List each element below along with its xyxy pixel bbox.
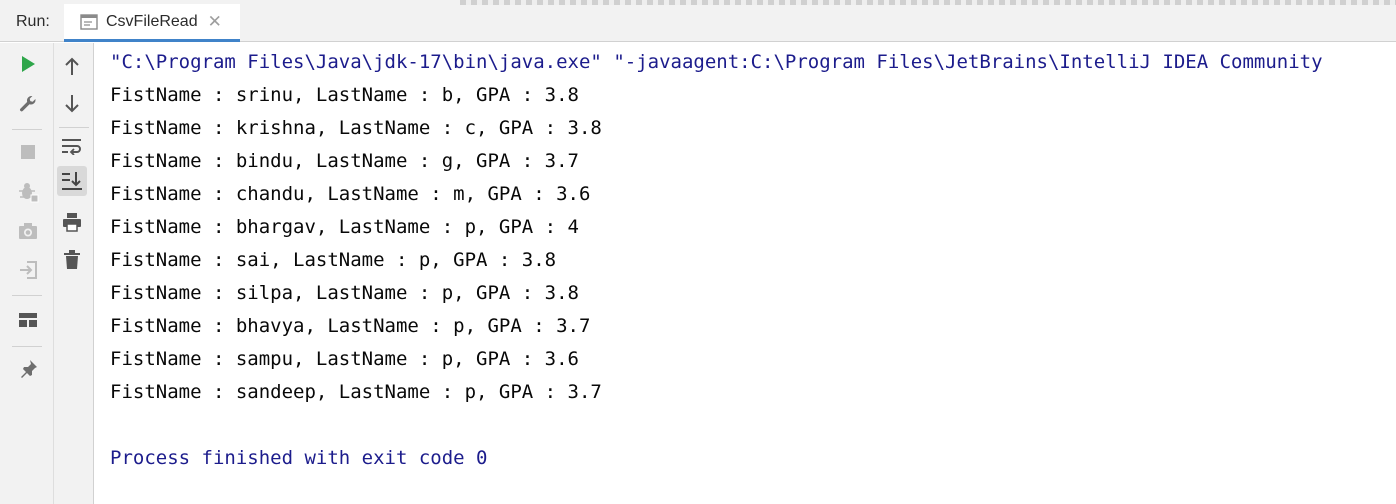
camera-icon[interactable] xyxy=(13,216,43,246)
command-line: "C:\Program Files\Java\jdk-17\bin\java.e… xyxy=(110,51,1323,73)
toolbar-separator xyxy=(12,295,42,296)
pin-icon[interactable] xyxy=(13,354,43,384)
run-toolbar-primary xyxy=(0,43,54,504)
tab-title: CsvFileRead xyxy=(106,12,198,30)
tab-csvfileread[interactable]: CsvFileRead ✕ xyxy=(64,4,240,42)
console-output[interactable]: "C:\Program Files\Java\jdk-17\bin\java.e… xyxy=(95,43,1396,504)
console-line: FistName : krishna, LastName : c, GPA : … xyxy=(110,117,602,139)
tab-close-icon[interactable]: ✕ xyxy=(208,12,222,32)
debug-icon[interactable] xyxy=(13,177,43,207)
soft-wrap-icon[interactable] xyxy=(57,131,87,161)
console-line: FistName : bhavya, LastName : p, GPA : 3… xyxy=(110,315,591,337)
run-label: Run: xyxy=(16,13,50,30)
console-line: FistName : srinu, LastName : b, GPA : 3.… xyxy=(110,84,579,106)
console-line: FistName : sampu, LastName : p, GPA : 3.… xyxy=(110,348,579,370)
run-tool-window-header: Run: CsvFileRead ✕ xyxy=(0,0,1396,42)
console-tab-icon xyxy=(80,13,98,30)
print-icon[interactable] xyxy=(57,207,87,237)
stop-icon[interactable] xyxy=(13,137,43,167)
console-line: FistName : bhargav, LastName : p, GPA : … xyxy=(110,216,579,238)
wrench-icon[interactable] xyxy=(13,89,43,119)
console-line: FistName : chandu, LastName : m, GPA : 3… xyxy=(110,183,591,205)
editor-edge-strip xyxy=(460,0,1396,5)
run-toolbar-secondary xyxy=(54,43,94,504)
toolbar-separator xyxy=(12,346,42,347)
run-icon[interactable] xyxy=(13,49,43,79)
toolbar-separator xyxy=(12,129,42,130)
console-line: FistName : silpa, LastName : p, GPA : 3.… xyxy=(110,282,579,304)
console-line: FistName : sai, LastName : p, GPA : 3.8 xyxy=(110,249,557,271)
trash-icon[interactable] xyxy=(57,245,87,275)
login-icon[interactable] xyxy=(13,255,43,285)
process-exit-message: Process finished with exit code 0 xyxy=(110,447,488,469)
console-line: FistName : bindu, LastName : g, GPA : 3.… xyxy=(110,150,579,172)
arrow-down-icon[interactable] xyxy=(57,89,87,119)
scroll-to-end-icon[interactable] xyxy=(57,166,87,196)
arrow-up-icon[interactable] xyxy=(57,51,87,81)
toolbar-separator xyxy=(59,127,89,128)
console-line: FistName : sandeep, LastName : p, GPA : … xyxy=(110,381,602,403)
layout-icon[interactable] xyxy=(13,305,43,335)
